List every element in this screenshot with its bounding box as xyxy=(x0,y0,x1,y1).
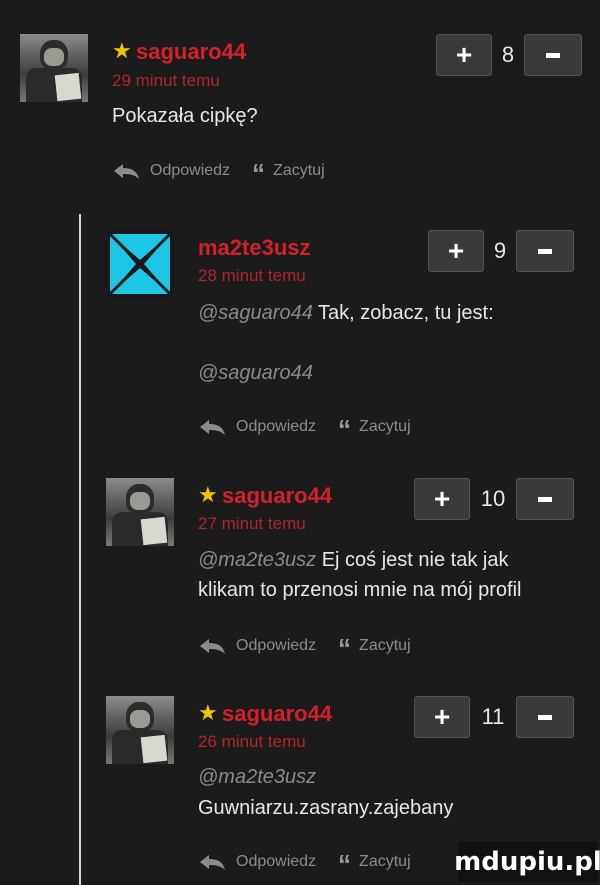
timestamp: 26 minut temu xyxy=(198,732,306,751)
comment-text-content: Ej coś jest nie tak jak xyxy=(321,549,509,571)
upvote-button[interactable]: + xyxy=(428,230,484,272)
quote-icon[interactable]: “ xyxy=(252,158,265,189)
thread-line xyxy=(79,214,81,885)
reply-icon[interactable] xyxy=(198,637,226,655)
comment-text-line: Guwniarzu.zasrany.zajebany xyxy=(198,797,454,819)
reply-link[interactable]: Odpowiedz xyxy=(236,418,316,436)
user-avatar[interactable] xyxy=(20,34,88,102)
quote-link[interactable]: Zacytuj xyxy=(359,418,411,436)
upvote-button[interactable]: + xyxy=(414,696,470,738)
username[interactable]: saguaro44 xyxy=(136,39,246,65)
comment-text: @ma2te3usz xyxy=(198,762,316,792)
reply-link[interactable]: Odpowiedz xyxy=(236,637,316,655)
quote-icon[interactable]: “ xyxy=(338,414,351,445)
timestamp: 28 minut temu xyxy=(198,266,306,285)
watermark-logo: mdupiu.pl xyxy=(454,842,600,882)
reply-icon[interactable] xyxy=(198,418,226,436)
user-avatar[interactable] xyxy=(106,230,174,298)
quote-link[interactable]: Zacytuj xyxy=(359,637,411,655)
mention[interactable]: @saguaro44 xyxy=(198,302,313,324)
username[interactable]: saguaro44 xyxy=(222,483,332,509)
vote-count: 10 xyxy=(480,486,506,511)
comment-text-content: Tak, zobacz, tu jest: xyxy=(318,302,494,324)
comment-text: @saguaro44 Tak, zobacz, tu jest: xyxy=(198,298,494,328)
reply-link[interactable]: Odpowiedz xyxy=(150,162,230,180)
comment-text-line: klikam to przenosi mnie na mój profil xyxy=(198,579,522,601)
quote-link[interactable]: Zacytuj xyxy=(359,853,411,871)
comment-text: @ma2te3usz Ej coś jest nie tak jak xyxy=(198,545,508,575)
quote-icon[interactable]: “ xyxy=(338,849,351,880)
username[interactable]: ma2te3usz xyxy=(198,235,311,261)
user-avatar[interactable] xyxy=(106,696,174,764)
vote-box: + 9 xyxy=(428,230,574,272)
user-avatar[interactable] xyxy=(106,478,174,546)
vote-count: 11 xyxy=(481,704,505,729)
quote-icon[interactable]: “ xyxy=(338,633,351,664)
timestamp: 29 minut temu xyxy=(112,71,220,90)
vote-box: + 8 xyxy=(436,34,582,76)
upvote-button[interactable]: + xyxy=(436,34,492,76)
downvote-button[interactable] xyxy=(516,478,574,520)
timestamp: 27 minut temu xyxy=(198,514,306,533)
comment-text: @saguaro44 xyxy=(198,358,313,388)
vote-box: + 10 xyxy=(414,478,574,520)
downvote-button[interactable] xyxy=(516,696,574,738)
star-icon: ★ xyxy=(198,482,218,507)
star-icon: ★ xyxy=(198,700,218,725)
comment-text: Pokazała cipkę? xyxy=(112,105,258,127)
vote-count: 9 xyxy=(493,238,507,263)
mention[interactable]: @saguaro44 xyxy=(198,362,313,384)
downvote-button[interactable] xyxy=(516,230,574,272)
reply-icon[interactable] xyxy=(112,162,140,180)
upvote-button[interactable]: + xyxy=(414,478,470,520)
username[interactable]: saguaro44 xyxy=(222,701,332,727)
reply-icon[interactable] xyxy=(198,853,226,871)
star-icon: ★ xyxy=(112,38,132,63)
quote-link[interactable]: Zacytuj xyxy=(273,162,325,180)
vote-count: 8 xyxy=(501,42,515,67)
reply-link[interactable]: Odpowiedz xyxy=(236,853,316,871)
downvote-button[interactable] xyxy=(524,34,582,76)
mention[interactable]: @ma2te3usz xyxy=(198,549,316,571)
vote-box: + 11 xyxy=(414,696,574,738)
mention[interactable]: @ma2te3usz xyxy=(198,766,316,788)
